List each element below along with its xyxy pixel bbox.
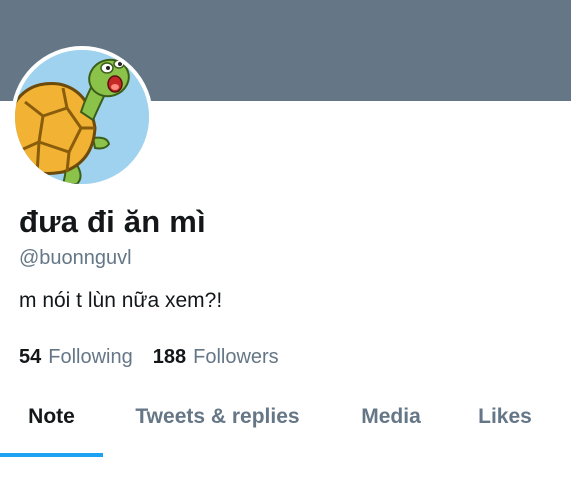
tab-tweets-and-replies[interactable]: Tweets & replies — [115, 385, 320, 453]
profile-handle: @buonnguvl — [19, 247, 132, 269]
tab-likes[interactable]: Likes — [460, 385, 550, 453]
tab-media[interactable]: Media — [340, 385, 442, 453]
following-link[interactable]: 54 Following — [19, 346, 133, 369]
followers-count: 188 — [152, 346, 187, 368]
profile-bio: m nói t lùn nữa xem?! — [19, 289, 223, 312]
profile-display-name: đưa đi ăn mì — [19, 204, 206, 239]
turtle-avatar-icon — [15, 50, 149, 184]
following-count: 54 — [19, 346, 42, 368]
tab-note[interactable]: Note — [0, 385, 103, 453]
active-tab-indicator — [0, 453, 103, 457]
followers-link[interactable]: 188 Followers — [153, 346, 279, 369]
avatar[interactable] — [11, 46, 153, 188]
profile-stats: 54 Following 188 Followers — [19, 346, 279, 369]
following-label: Following — [48, 346, 133, 368]
profile-tabs: Note Tweets & replies Media Likes — [0, 385, 571, 457]
followers-label: Followers — [193, 346, 279, 368]
